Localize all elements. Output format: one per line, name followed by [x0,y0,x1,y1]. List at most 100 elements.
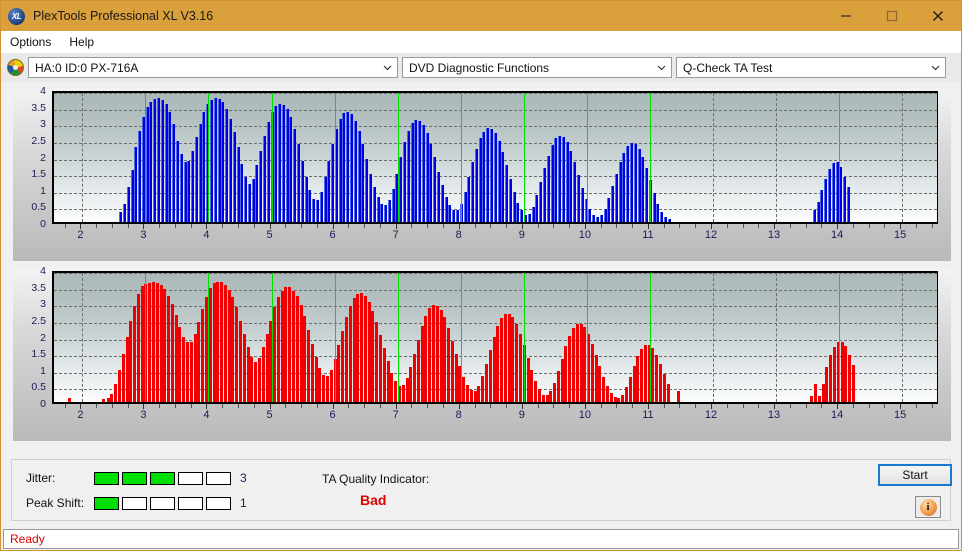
y-axis-tick-label: 2.5 [31,314,46,327]
menu-item-options[interactable]: Options [1,33,60,51]
chart-bar [201,308,205,402]
chart-bar [149,102,153,222]
chart-bar [125,337,129,402]
chart-bar [236,147,240,222]
x-axis-tick-label: 7 [392,409,399,421]
info-button[interactable]: i [915,496,941,518]
chart-bar [816,202,820,222]
chart-bar [322,375,326,402]
chart-bar [478,138,482,222]
chart-bar [592,214,596,222]
chart-bar [534,381,538,402]
chart-bar [259,150,263,222]
x-axis-tick-label: 3 [140,409,147,421]
chart-bar [106,398,110,402]
gridline-horizontal [54,273,937,274]
chart-bar [676,391,680,402]
chart-bar [284,287,288,402]
y-axis-tick-label: 3 [40,298,46,311]
chart-bar [232,132,236,222]
chart-bar [821,383,825,402]
chart-bar [621,394,625,402]
x-axis-tick [174,404,176,408]
chart-bar [110,393,114,402]
x-axis-tick-label: 3 [140,229,147,241]
chart-bar [511,317,515,402]
gridline-vertical [712,93,714,222]
chart-bar [410,122,414,222]
function-select[interactable]: DVD Diagnostic Functions [402,57,672,78]
x-axis-tick [569,404,571,408]
chart-bar [220,282,224,402]
chart-bar [609,392,613,402]
chart-bar [174,314,178,402]
gridline-vertical [902,93,904,222]
chart-bar [652,192,656,222]
jitter-chart-plot [52,91,938,224]
chart-bar [568,335,572,402]
gridline-horizontal [54,109,937,111]
chart-bar [440,185,444,222]
y-axis-tick-label: 1.5 [31,168,46,181]
chart-bar [496,326,500,402]
chart-bar [565,142,569,222]
chart-bar [486,128,490,222]
gridline-vertical [82,93,84,222]
close-icon[interactable] [915,1,961,31]
chart-bar [541,394,545,402]
x-axis-tick [174,224,176,228]
x-axis-tick-label: 12 [704,229,718,241]
chart-bar [114,383,118,402]
x-axis-tick [616,224,618,228]
marker-line [649,93,651,222]
start-button[interactable]: Start [878,464,952,486]
chart-bar [372,187,376,222]
peak-shift-chart-x-axis: 2 3 4 5 6 7 8 9 10 11 12 13 14 15 [52,409,938,425]
marker-line [208,273,210,402]
chart-bar [405,378,409,402]
chart-bar [573,162,577,222]
meter-cell [178,471,203,485]
chart-bar [493,132,497,222]
chart-bar [406,130,410,222]
chart-bar [289,117,293,222]
marker-line [523,273,525,402]
chart-bar [851,364,855,402]
chart-bar [473,391,477,402]
meter-cell [94,471,119,485]
chart-bar [848,354,852,402]
maximize-icon[interactable] [869,1,915,31]
chart-bar [254,362,258,402]
drive-select[interactable]: HA:0 ID:0 PX-716A [28,57,398,78]
chart-bar [300,160,304,222]
x-axis-tick [821,404,823,408]
gridline-horizontal [54,289,937,291]
chart-bar [481,376,485,402]
chart-bar [390,372,394,402]
chart-bar [148,282,152,402]
minimize-icon[interactable] [823,1,869,31]
chart-bar [365,158,369,222]
x-axis-tick [411,404,413,408]
x-axis-tick [111,224,113,228]
chart-bar [490,128,493,222]
chart-bar [376,197,380,222]
chart-bar [391,188,395,222]
chart-bar [367,301,371,402]
x-axis-tick [348,224,350,228]
menu-item-help[interactable]: Help [60,33,103,51]
chart-bar [530,370,534,402]
chart-bar [327,160,331,222]
peak-shift-label: Peak Shift: [26,496,85,510]
x-axis-tick-label: 5 [266,409,273,421]
meter-cell [150,496,175,510]
chart-bar [526,358,530,402]
chart-bar [129,320,133,402]
meter-cell [94,496,119,510]
x-axis-tick [190,224,192,228]
chart-bar [519,333,523,402]
chart-bar [186,342,190,402]
chart-bar [817,396,821,402]
test-select[interactable]: Q-Check TA Test [676,57,946,78]
chart-bar [810,396,814,402]
